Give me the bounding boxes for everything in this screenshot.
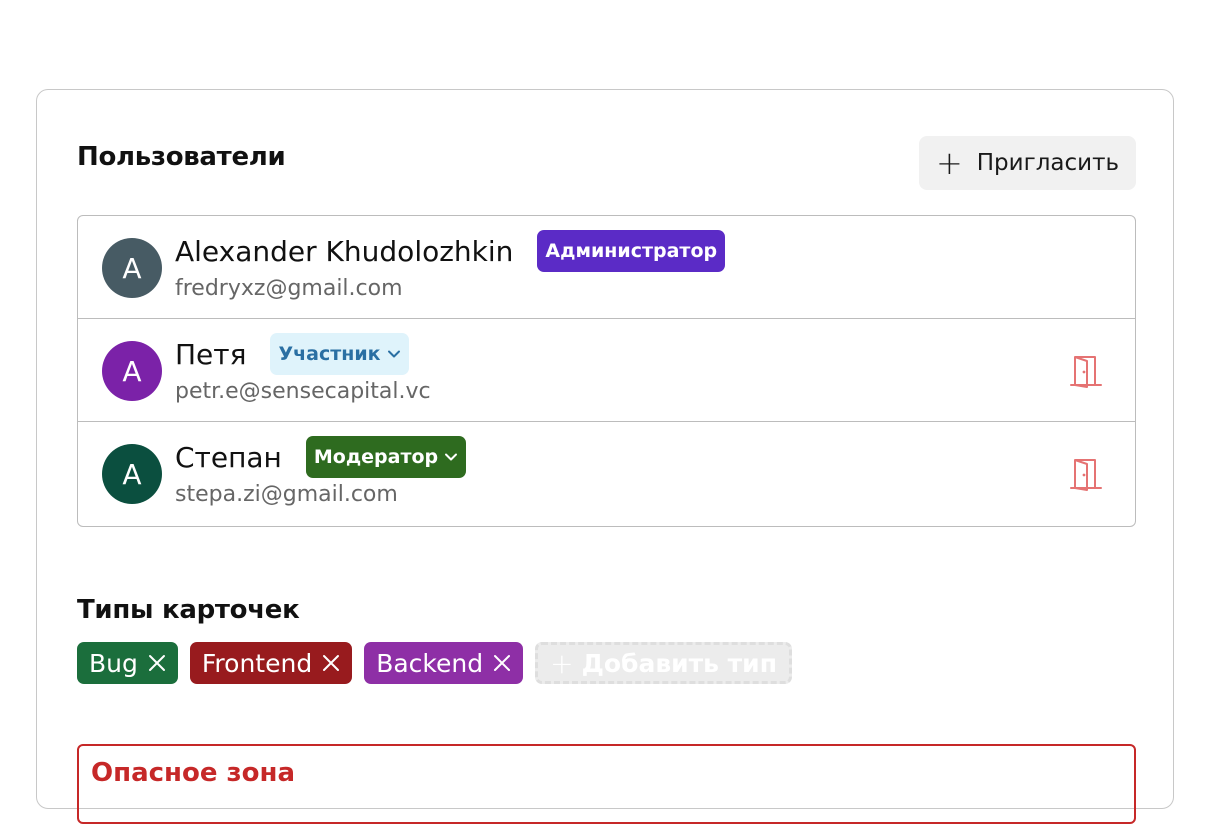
role-dropdown[interactable]: Модератор: [305, 436, 467, 478]
role-dropdown-label: Участник: [278, 343, 381, 365]
chevron-down-icon: [445, 453, 458, 461]
users-section-title: Пользователи: [77, 142, 286, 172]
card-type-tag: Bug: [77, 642, 178, 684]
card-type-tag: Frontend: [189, 642, 353, 684]
user-list: A Alexander Khudolozhkin Администратор f…: [77, 215, 1136, 527]
user-name: Alexander Khudolozhkin: [175, 234, 514, 268]
avatar: A: [102, 341, 162, 401]
card-type-label: Frontend: [201, 648, 313, 678]
user-name: Степан: [175, 440, 282, 474]
plus-icon: +: [935, 144, 963, 182]
user-row: A Alexander Khudolozhkin Администратор f…: [78, 216, 1135, 319]
danger-zone-title: Опасное зона: [91, 758, 296, 788]
door-exit-icon[interactable]: [1068, 456, 1104, 492]
user-email: petr.e@sensecapital.vc: [175, 379, 431, 404]
user-row: A Петя Участник petr.e@sensecapital.vc: [78, 319, 1135, 422]
card-type-tag: Backend: [364, 642, 524, 684]
role-badge: Администратор: [537, 230, 726, 272]
add-card-type-label: Добавить тип: [581, 648, 777, 678]
avatar: A: [102, 238, 162, 298]
plus-icon: +: [550, 646, 574, 680]
add-card-type-button[interactable]: + Добавить тип: [535, 642, 792, 684]
invite-button-label: Пригласить: [976, 150, 1120, 176]
invite-button[interactable]: + Пригласить: [919, 136, 1136, 190]
user-row: A Степан Модератор stepa.zi@gmail.com: [78, 422, 1135, 525]
card-type-label: Bug: [89, 648, 138, 678]
avatar: A: [102, 444, 162, 504]
danger-zone: Опасное зона: [77, 744, 1136, 824]
role-badge-label: Администратор: [545, 240, 718, 262]
role-dropdown[interactable]: Участник: [270, 333, 409, 375]
close-icon[interactable]: [148, 654, 166, 672]
card-types-title: Типы карточек: [77, 595, 300, 625]
close-icon[interactable]: [493, 654, 511, 672]
door-exit-icon[interactable]: [1068, 353, 1104, 389]
user-name: Петя: [175, 337, 247, 371]
user-email: stepa.zi@gmail.com: [175, 482, 398, 507]
card-type-label: Backend: [376, 648, 484, 678]
role-dropdown-label: Модератор: [313, 446, 439, 468]
close-icon[interactable]: [322, 654, 340, 672]
settings-card: Пользователи + Пригласить A Alexander Kh…: [36, 89, 1174, 824]
card-types-list: Bug Frontend Backend + Добавить тип: [77, 642, 792, 684]
chevron-down-icon: [387, 350, 400, 358]
user-email: fredryxz@gmail.com: [175, 276, 403, 301]
